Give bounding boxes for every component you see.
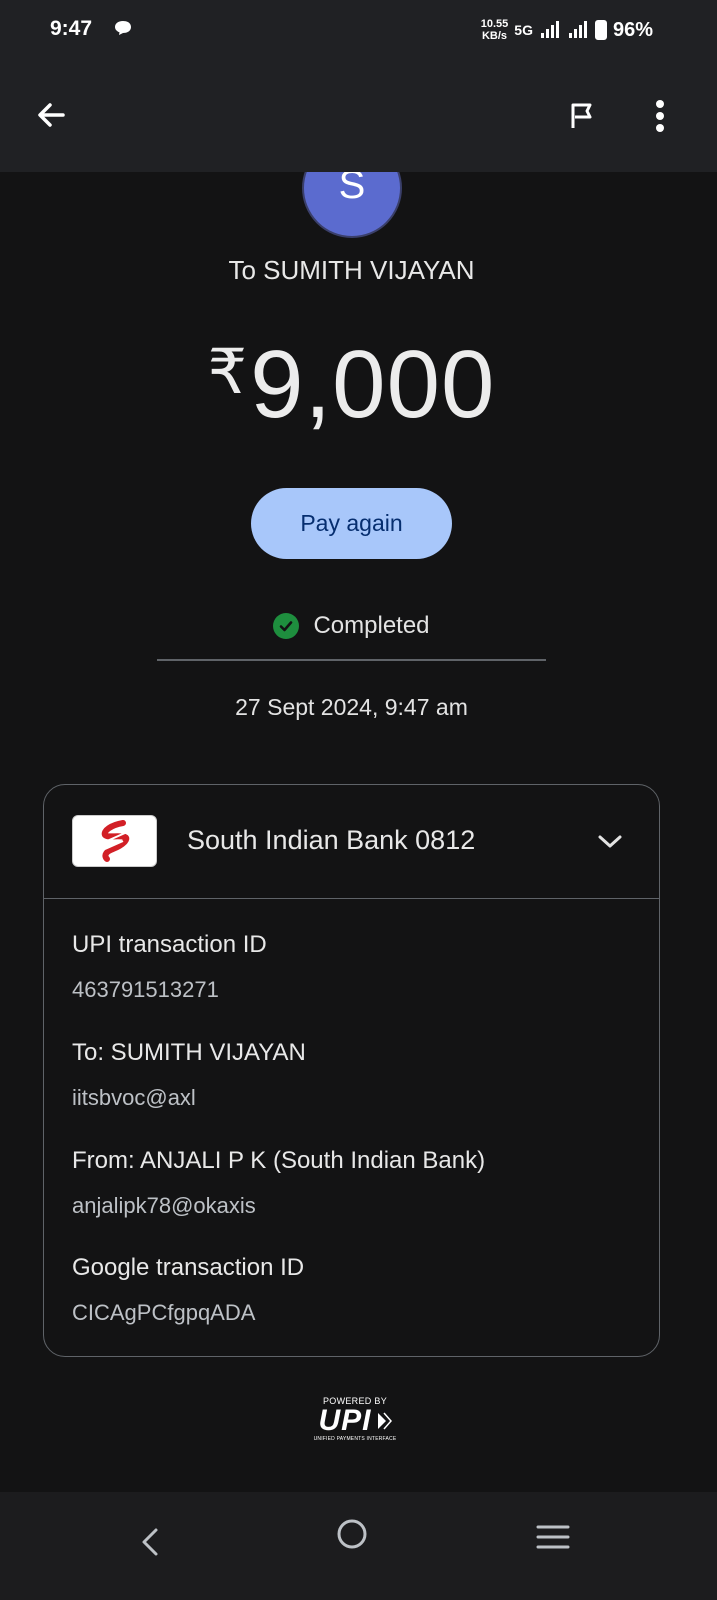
amount: ₹9,000 — [0, 330, 703, 440]
nav-menu-icon — [536, 1525, 570, 1549]
nav-back-button[interactable] — [130, 1522, 170, 1562]
bank-account-row[interactable]: South Indian Bank 0812 — [44, 785, 659, 899]
recipient-line: To SUMITH VIJAYAN — [228, 255, 475, 285]
status-indicators: 10.55 KB/s 5G 96% — [481, 16, 653, 44]
detail-label: To: SUMITH VIJAYAN — [72, 1039, 306, 1066]
check-circle-icon — [273, 613, 300, 639]
status-time: 9:47 — [50, 17, 93, 40]
currency-symbol: ₹ — [207, 338, 249, 407]
network-type: 5G — [514, 22, 533, 38]
network-speed: 10.55 KB/s — [481, 18, 509, 42]
amount-value: 9,000 — [250, 331, 496, 438]
flag-icon — [571, 103, 592, 128]
upi-wordmark: UPI — [318, 1404, 392, 1437]
more-vert-icon — [656, 100, 664, 132]
upi-transaction-id-row: UPI transaction ID 463791513271 — [72, 931, 267, 1003]
detail-value[interactable]: anjalipk78@okaxis — [72, 1193, 485, 1219]
transaction-details-card: South Indian Bank 0812 UPI transaction I… — [43, 784, 660, 1357]
detail-value[interactable]: iitsbvoc@axl — [72, 1085, 306, 1111]
network-speed-unit: KB/s — [481, 30, 508, 42]
upi-arrow-icon — [377, 1412, 392, 1430]
signal-strength-icon — [540, 21, 559, 38]
nav-recents-button[interactable] — [534, 1518, 572, 1556]
bank-logo — [72, 815, 157, 867]
status-label: Completed — [313, 612, 430, 639]
nav-home-button[interactable] — [334, 1516, 370, 1552]
app-bar — [0, 70, 717, 162]
chat-bubble-icon — [115, 21, 131, 35]
report-button[interactable] — [562, 96, 602, 136]
to-account-row: To: SUMITH VIJAYAN iitsbvoc@axl — [72, 1039, 306, 1111]
upi-logo: POWERED BY UPI UNIFIED PAYMENTS INTERFAC… — [300, 1396, 410, 1448]
detail-label: Google transaction ID — [72, 1254, 305, 1281]
transaction-datetime: 27 Sept 2024, 9:47 am — [235, 694, 468, 720]
network-speed-value: 10.55 — [480, 18, 509, 30]
arrow-left-icon — [38, 103, 65, 127]
google-transaction-id-row: Google transaction ID CICAgPCfgpqADA — [72, 1254, 304, 1326]
system-nav-bar — [0, 1492, 717, 1600]
more-options-button[interactable] — [640, 94, 680, 138]
bank-name: South Indian Bank 0812 — [187, 825, 476, 855]
detail-value[interactable]: CICAgPCfgpqADA — [72, 1300, 304, 1326]
pay-again-button[interactable]: Pay again — [251, 488, 452, 559]
upi-full-name: UNIFIED PAYMENTS INTERFACE — [313, 1436, 397, 1442]
chevron-down-icon[interactable] — [595, 827, 625, 857]
nav-back-icon — [142, 1528, 158, 1556]
detail-value[interactable]: 463791513271 — [72, 977, 267, 1003]
transaction-status: Completed — [0, 612, 703, 640]
status-bar: 9:47 10.55 KB/s 5G 96% — [0, 0, 717, 60]
battery-icon — [594, 20, 607, 40]
detail-label: From: ANJALI P K (South Indian Bank) — [72, 1147, 486, 1174]
back-button[interactable] — [30, 94, 72, 136]
from-account-row: From: ANJALI P K (South Indian Bank) anj… — [72, 1147, 485, 1219]
detail-label: UPI transaction ID — [72, 931, 267, 958]
nav-home-icon — [337, 1519, 367, 1549]
upi-label: UPI — [318, 1404, 372, 1437]
battery-percentage: 96% — [612, 18, 653, 41]
divider — [157, 659, 546, 661]
signal-strength-icon-2 — [568, 21, 587, 38]
